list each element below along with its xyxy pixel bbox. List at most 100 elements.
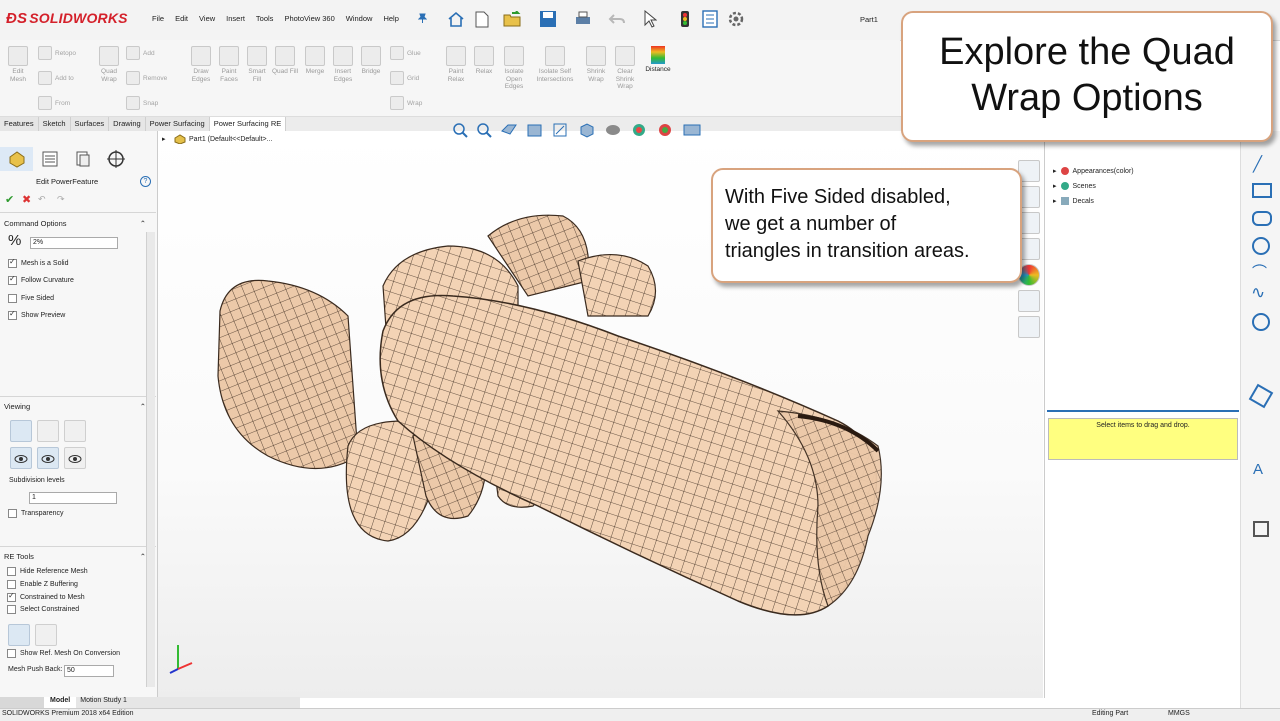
select-constrained-checkbox[interactable]: Select Constrained <box>7 605 79 614</box>
drop-zone[interactable]: Select items to drag and drop. <box>1048 418 1238 460</box>
smart-fill-button[interactable]: Smart Fill <box>244 46 270 83</box>
view-orientation-icon[interactable] <box>578 122 596 140</box>
show-edges-eye-button[interactable] <box>37 447 59 469</box>
grid-button[interactable]: Grid <box>390 71 419 85</box>
configuration-tab-icon[interactable] <box>66 147 99 171</box>
tab-drawing[interactable]: Drawing <box>109 117 146 132</box>
paint-relax-button[interactable]: Paint Relax <box>443 46 469 83</box>
enable-z-buffering-checkbox[interactable]: Enable Z Buffering <box>7 580 78 589</box>
menu-window[interactable]: Window <box>346 14 373 23</box>
show-eye-button[interactable] <box>10 447 32 469</box>
tab-features[interactable]: Features <box>0 117 39 132</box>
power-surfacing-tab-icon[interactable] <box>0 147 33 171</box>
new-document-icon[interactable] <box>472 9 492 29</box>
menu-view[interactable]: View <box>199 14 215 23</box>
display-style-icon[interactable] <box>604 122 622 140</box>
re-tools-header[interactable]: RE Tools ⌃ <box>4 552 146 561</box>
home-icon[interactable] <box>446 9 466 29</box>
add-to-button[interactable]: Add to <box>38 71 74 85</box>
from-button[interactable]: From <box>38 96 70 110</box>
tab-model[interactable]: Model <box>44 697 77 708</box>
insert-edges-button[interactable]: Insert Edges <box>330 46 356 83</box>
remove-button[interactable]: Remove <box>126 71 167 85</box>
isolate-self-intersections-button[interactable]: Isolate Self Intersections <box>532 46 578 83</box>
decals-item[interactable]: ▸ Decals <box>1053 197 1094 205</box>
dimxpert-tab-icon[interactable] <box>99 147 132 171</box>
slot-icon[interactable] <box>1252 211 1272 226</box>
custom-properties-icon[interactable] <box>1018 290 1040 312</box>
snap-button[interactable]: Snap <box>126 96 158 110</box>
menu-edit[interactable]: Edit <box>175 14 188 23</box>
pull-mesh-tool-button[interactable] <box>35 624 57 646</box>
tab-power-surfacing[interactable]: Power Surfacing <box>145 117 210 132</box>
polygon-icon[interactable] <box>1248 383 1274 409</box>
text-icon[interactable]: A <box>1253 461 1263 478</box>
isolate-open-edges-button[interactable]: Isolate Open Edges <box>501 46 527 91</box>
zoom-to-fit-icon[interactable] <box>452 122 468 140</box>
menu-insert[interactable]: Insert <box>226 14 245 23</box>
undo-icon[interactable] <box>607 9 627 29</box>
show-preview-checkbox[interactable]: Show Preview <box>8 309 65 320</box>
add-button[interactable]: Add <box>126 46 155 60</box>
bridge-button[interactable]: Bridge <box>358 46 384 76</box>
section-view-icon[interactable] <box>526 122 544 140</box>
feature-tree-breadcrumb[interactable]: Part1 (Default<<Default>... <box>174 134 272 144</box>
percent-input[interactable]: 2% <box>30 237 118 249</box>
transparency-checkbox[interactable]: Transparency <box>8 509 64 518</box>
rebuild-icon[interactable] <box>675 9 695 29</box>
smooth-view-button[interactable] <box>37 420 59 442</box>
appearances-item[interactable]: ▸ Appearances(color) <box>1053 167 1134 175</box>
file-properties-icon[interactable] <box>700 9 720 29</box>
units-selector[interactable]: MMGS <box>1168 710 1190 717</box>
constrained-to-mesh-checkbox[interactable]: Constrained to Mesh <box>7 591 85 602</box>
five-sided-checkbox[interactable]: Five Sided <box>8 294 54 303</box>
show-ref-mesh-checkbox[interactable]: Show Ref. Mesh On Conversion <box>7 649 120 658</box>
zoom-area-icon[interactable] <box>476 122 492 140</box>
arc-icon[interactable]: ⌒ <box>1252 261 1267 282</box>
subdivision-levels-input[interactable]: 1 <box>29 492 117 504</box>
tab-surfaces[interactable]: Surfaces <box>70 117 110 132</box>
command-options-header[interactable]: Command Options ⌃ <box>4 219 146 228</box>
solidworks-logo[interactable]: ƉS SOLIDWORKS <box>6 10 128 27</box>
line-icon[interactable]: ╱ <box>1253 155 1262 173</box>
mesh-is-solid-checkbox[interactable]: Mesh is a Solid <box>8 257 68 268</box>
menu-tools[interactable]: Tools <box>256 14 274 23</box>
spline-icon[interactable]: ∿ <box>1251 283 1265 303</box>
paint-faces-button[interactable]: Paint Faces <box>216 46 242 83</box>
glue-button[interactable]: Glue <box>390 46 421 60</box>
forum-icon[interactable] <box>1018 316 1040 338</box>
tab-power-surfacing-re[interactable]: Power Surfacing RE <box>209 117 287 132</box>
panel-scrollbar[interactable] <box>146 232 155 687</box>
dynamic-annotation-icon[interactable] <box>552 122 570 140</box>
hide-reference-mesh-checkbox[interactable]: Hide Reference Mesh <box>7 567 88 576</box>
viewing-header[interactable]: Viewing ⌃ <box>4 402 146 411</box>
tab-scroll-arrows[interactable] <box>0 697 44 708</box>
edit-appearance-icon[interactable] <box>656 122 674 140</box>
mesh-push-back-input[interactable]: 50 <box>64 665 114 677</box>
help-icon[interactable]: ? <box>140 176 151 187</box>
apply-scene-icon[interactable] <box>682 122 704 140</box>
ellipse-icon[interactable] <box>1252 313 1270 331</box>
tab-sketch[interactable]: Sketch <box>38 117 71 132</box>
redo-small-icon[interactable]: ↷ <box>57 194 65 205</box>
scenes-item[interactable]: ▸ Scenes <box>1053 182 1096 190</box>
pin-icon[interactable] <box>417 13 428 25</box>
quad-wrap-button[interactable]: Quad Wrap <box>96 46 122 83</box>
rectangle-icon[interactable] <box>1252 183 1272 198</box>
wrap-button[interactable]: Wrap <box>390 96 422 110</box>
previous-view-icon[interactable] <box>500 122 518 140</box>
circle-icon[interactable] <box>1252 237 1270 255</box>
draw-edges-button[interactable]: Draw Edges <box>188 46 214 83</box>
print-icon[interactable] <box>573 9 593 29</box>
clear-shrink-wrap-button[interactable]: Clear Shrink Wrap <box>612 46 638 91</box>
save-icon[interactable] <box>538 9 558 29</box>
plane-icon[interactable] <box>1253 521 1269 537</box>
merge-button[interactable]: Merge <box>302 46 328 76</box>
retopo-button[interactable]: Retopo <box>38 46 76 60</box>
options-gear-icon[interactable] <box>726 9 746 29</box>
quad-fill-button[interactable]: Quad Fill <box>272 46 298 76</box>
shaded-view-button[interactable] <box>10 420 32 442</box>
cancel-x-icon[interactable]: ✖ <box>22 193 31 206</box>
menu-photoview[interactable]: PhotoView 360 <box>284 14 334 23</box>
hide-show-items-icon[interactable] <box>630 122 648 140</box>
